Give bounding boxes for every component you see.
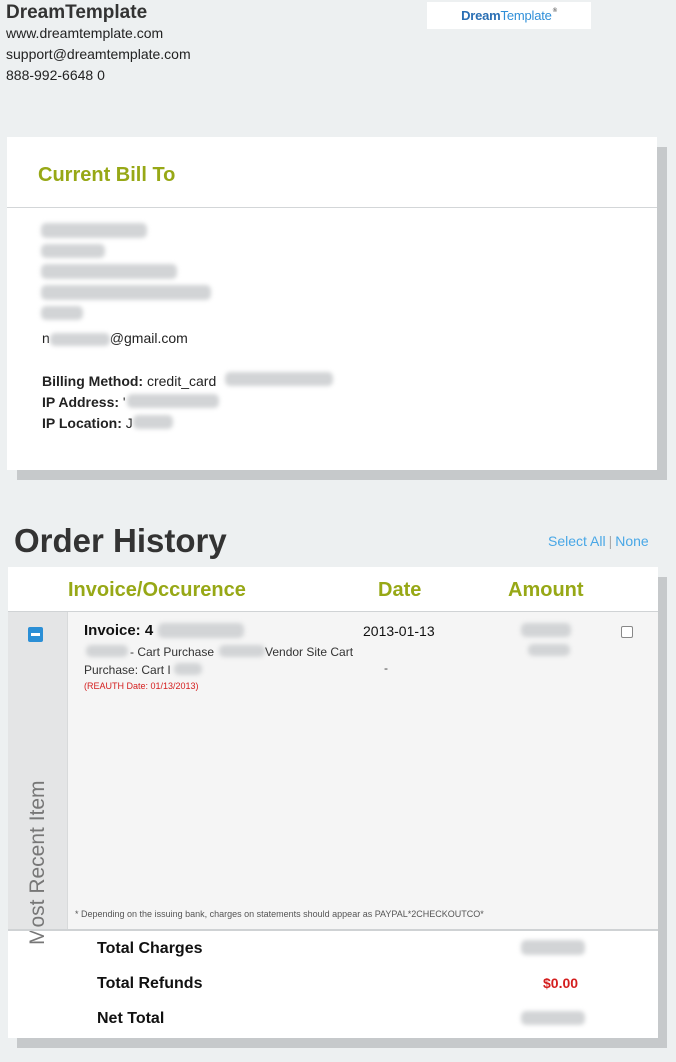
select-none-link[interactable]: None	[615, 533, 648, 549]
minus-icon	[31, 633, 40, 636]
ip-location-row: IP Location: J	[42, 415, 133, 431]
company-logo: DreamTemplate®	[427, 2, 591, 29]
total-refunds-value: $0.00	[543, 975, 579, 991]
logo-text-bold: Dream	[461, 8, 501, 23]
selection-links: Select All | None	[548, 533, 649, 549]
bill-to-title: Current Bill To	[38, 164, 176, 186]
redacted-name	[41, 223, 147, 238]
net-total-label: Net Total	[97, 1010, 165, 1027]
invoice-line2: Purchase: Cart I	[84, 663, 171, 677]
invoice-date: 2013-01-13	[363, 623, 435, 639]
billing-method-row: Billing Method: credit_card	[42, 373, 216, 389]
ip-location-label: IP Location:	[42, 415, 122, 431]
redacted-card-number	[225, 372, 333, 386]
company-website: www.dreamtemplate.com	[6, 25, 164, 41]
order-history-card: Invoice/Occurence Date Amount Most Recen…	[8, 567, 658, 1038]
ip-address-label: IP Address:	[42, 394, 120, 410]
billing-footnote: * Depending on the issuing bank, charges…	[75, 909, 484, 919]
billing-method-value: credit_card	[146, 373, 217, 389]
ip-address-row: IP Address: '	[42, 394, 126, 410]
invoice-line1-part2: Vendor Site Cart	[265, 645, 354, 659]
company-email: support@dreamtemplate.com	[6, 46, 191, 62]
redacted-ip-location	[133, 415, 173, 429]
select-all-link[interactable]: Select All	[548, 533, 606, 549]
bill-email: n @gmail.com	[42, 330, 188, 346]
redacted-net-total	[521, 1011, 585, 1025]
invoice-select-checkbox[interactable]	[621, 626, 633, 638]
bill-to-card: Current Bill To n @gmail.com Billing Meth…	[7, 137, 657, 470]
email-domain: @gmail.com	[109, 330, 188, 346]
total-refunds-label: Total Refunds	[97, 975, 203, 992]
column-header-amount: Amount	[508, 579, 584, 601]
email-prefix: n	[42, 330, 50, 346]
redacted-total-charges	[521, 940, 585, 955]
group-side-strip: Most Recent Item	[8, 612, 68, 945]
redacted-company	[41, 244, 105, 258]
logo-text-light: Template	[500, 8, 552, 23]
ip-address-value: '	[122, 394, 126, 410]
redacted-address-line2	[41, 285, 211, 300]
order-history-title: Order History	[14, 522, 227, 559]
redacted-amount	[521, 623, 571, 637]
redacted-cart-id	[174, 663, 202, 675]
redacted-address-line1	[41, 264, 177, 279]
link-separator: |	[608, 533, 613, 549]
company-phone: 888-992-6648 0	[6, 67, 105, 83]
redacted-product-id	[86, 645, 128, 657]
redacted-email-user	[49, 332, 110, 346]
redacted-secondary-amount	[528, 644, 570, 656]
collapse-toggle-icon[interactable]	[28, 627, 43, 642]
reauth-date: (REAUTH Date: 01/13/2013)	[84, 681, 199, 691]
invoice-line1-part1: - Cart Purchase	[130, 645, 215, 659]
most-recent-item-label: Most Recent Item	[26, 780, 49, 945]
redacted-address-line3	[41, 306, 83, 320]
invoice-label: Invoice: 4	[84, 622, 154, 639]
billing-method-label: Billing Method:	[42, 373, 144, 389]
logo-mark: ®	[552, 8, 557, 14]
bill-divider	[7, 207, 657, 208]
column-header-invoice: Invoice/Occurence	[68, 579, 246, 601]
ip-location-value: J	[125, 415, 133, 431]
column-header-date: Date	[378, 579, 422, 601]
order-row-area	[8, 612, 658, 929]
company-name: DreamTemplate	[6, 2, 148, 23]
redacted-ip-address	[127, 394, 219, 408]
totals-divider	[8, 929, 658, 931]
secondary-date-dash: -	[384, 661, 388, 675]
redacted-invoice-number	[158, 623, 244, 638]
total-charges-label: Total Charges	[97, 940, 203, 957]
redacted-product-name	[219, 645, 265, 657]
